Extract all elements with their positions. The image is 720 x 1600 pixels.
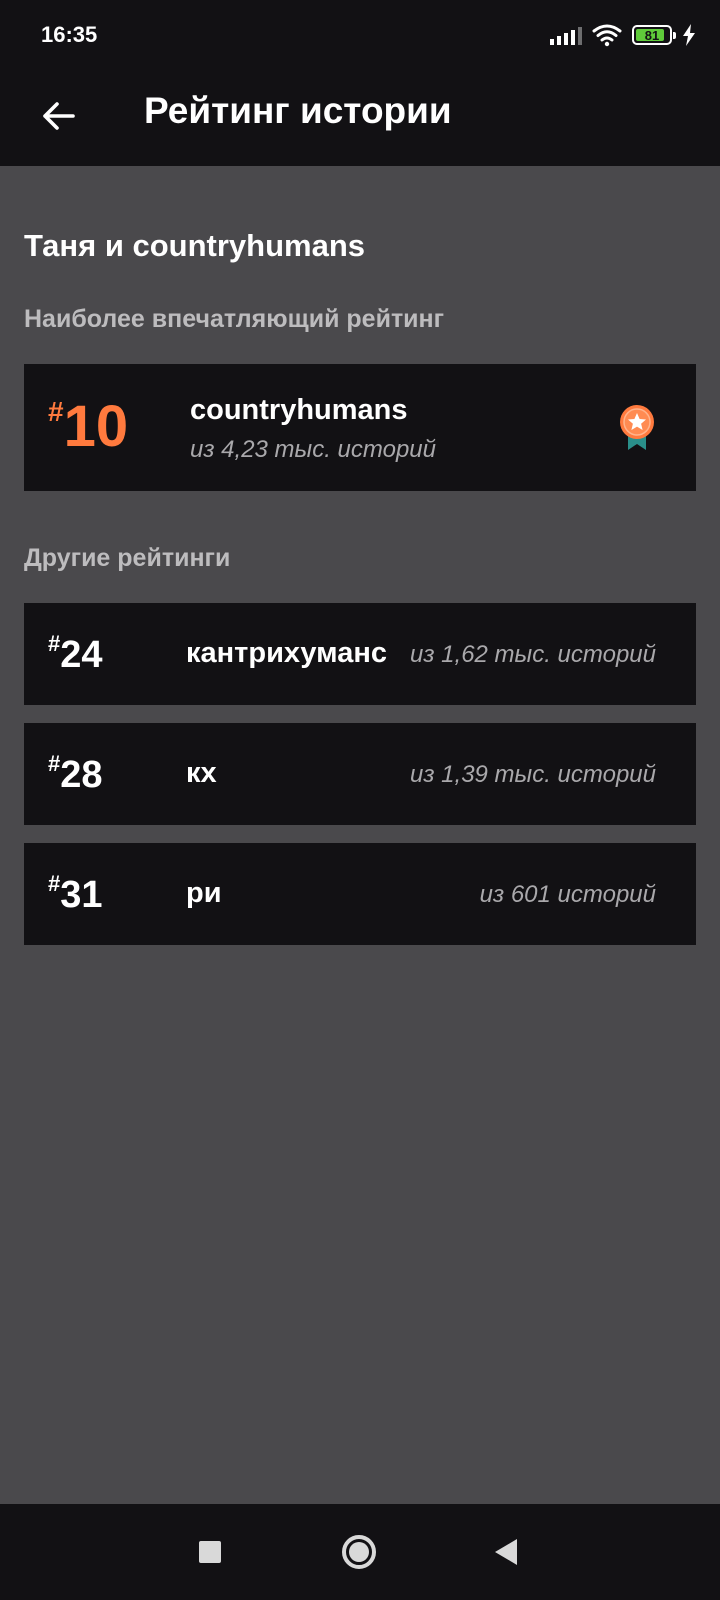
- page-title: Рейтинг истории: [144, 90, 452, 131]
- rank-position: #24: [48, 631, 103, 677]
- battery-icon: 81: [632, 25, 676, 45]
- screen: 16:35 81 Рейтинг истории Таня и countryh…: [0, 0, 720, 1600]
- status-bar: 16:35 81: [0, 0, 720, 70]
- recents-button[interactable]: [184, 1526, 236, 1578]
- best-rank: #10: [48, 396, 128, 456]
- rank-position: #28: [48, 751, 103, 797]
- ranking-tag: кантрихуманс: [186, 637, 387, 669]
- best-ranking-count: из 4,23 тыс. историй: [190, 436, 436, 463]
- rank-position: #31: [48, 871, 103, 917]
- app-header: Рейтинг истории: [0, 70, 720, 166]
- rank-hash: #: [48, 631, 61, 656]
- system-back-button[interactable]: [480, 1526, 532, 1578]
- ranking-count: из 1,62 тыс. историй: [410, 641, 656, 668]
- ranking-tag: ри: [186, 877, 222, 909]
- rank-number: 24: [60, 634, 103, 676]
- rank-number: 10: [63, 394, 129, 459]
- home-button[interactable]: [333, 1526, 385, 1578]
- ranking-card[interactable]: #28 кх из 1,39 тыс. историй: [24, 723, 696, 825]
- rank-hash: #: [48, 871, 61, 896]
- back-button[interactable]: [30, 88, 86, 144]
- rank-hash: #: [48, 751, 61, 776]
- status-time: 16:35: [41, 22, 98, 47]
- rank-number: 31: [60, 874, 103, 916]
- ranking-card[interactable]: #24 кантрихуманс из 1,62 тыс. историй: [24, 603, 696, 705]
- back-triangle-icon: [495, 1539, 517, 1565]
- medal-icon: [620, 405, 654, 450]
- wifi-icon: [592, 24, 622, 47]
- best-ranking-card[interactable]: #10 countryhumans из 4,23 тыс. историй: [24, 364, 696, 491]
- story-title: Таня и countryhumans: [24, 228, 366, 263]
- ranking-card[interactable]: #31 ри из 601 историй: [24, 843, 696, 945]
- best-ranking-tag: countryhumans: [190, 394, 408, 426]
- navigation-bar: [0, 1504, 720, 1600]
- ranking-tag: кх: [186, 757, 217, 789]
- signal-icon: [550, 25, 582, 45]
- battery-level: 81: [644, 27, 660, 43]
- recents-square-icon: [199, 1541, 221, 1563]
- ranking-count: из 1,39 тыс. историй: [410, 761, 656, 788]
- other-rankings-label: Другие рейтинги: [24, 544, 231, 572]
- charging-icon: [683, 24, 695, 46]
- home-circle-icon: [342, 1535, 376, 1569]
- rank-number: 28: [60, 754, 103, 796]
- status-icons: 81: [550, 22, 696, 48]
- arrow-left-icon: [43, 102, 75, 130]
- best-ranking-label: Наиболее впечатляющий рейтинг: [24, 305, 445, 333]
- ranking-count: из 601 историй: [479, 881, 656, 908]
- rank-hash: #: [48, 396, 64, 427]
